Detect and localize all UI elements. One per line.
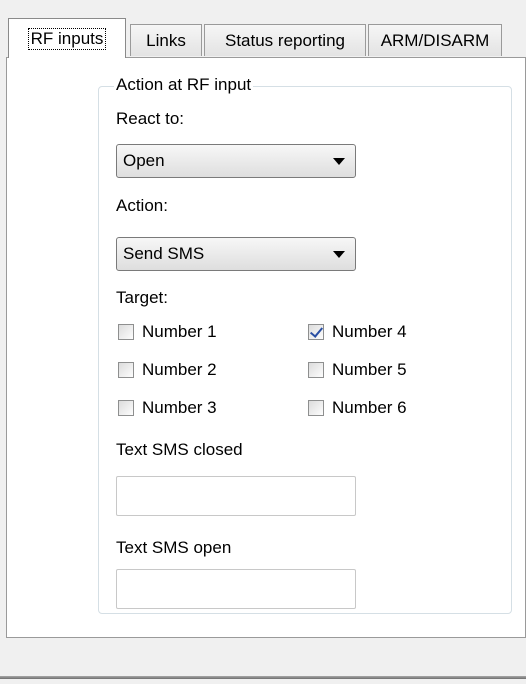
- tab-arm-disarm-label: ARM/DISARM: [380, 30, 490, 50]
- tab-rf-inputs-label: RF inputs: [27, 27, 107, 50]
- number-2-label: Number 2: [142, 360, 217, 379]
- checkbox-icon: [118, 324, 134, 340]
- bottom-divider: [0, 676, 526, 679]
- react-to-dropdown[interactable]: Open: [116, 144, 356, 178]
- number-6-checkbox[interactable]: Number 6: [308, 398, 407, 418]
- action-value: Send SMS: [123, 244, 205, 263]
- sms-closed-label: Text SMS closed: [116, 440, 243, 459]
- sms-open-label: Text SMS open: [116, 538, 232, 557]
- react-to-value: Open: [123, 151, 165, 170]
- checkbox-icon: [118, 362, 134, 378]
- tab-strip: RF inputs Links Status reporting ARM/DIS…: [0, 18, 526, 58]
- number-3-checkbox[interactable]: Number 3: [118, 398, 217, 418]
- number-3-label: Number 3: [142, 398, 217, 417]
- tab-arm-disarm[interactable]: ARM/DISARM: [368, 24, 502, 56]
- chevron-down-icon: [333, 251, 345, 258]
- number-6-label: Number 6: [332, 398, 407, 417]
- number-4-checkbox[interactable]: Number 4: [308, 322, 407, 342]
- checkbox-icon: [308, 400, 324, 416]
- number-5-checkbox[interactable]: Number 5: [308, 360, 407, 380]
- tab-status-reporting[interactable]: Status reporting: [204, 24, 366, 56]
- chevron-down-icon: [333, 158, 345, 165]
- target-label: Target:: [116, 288, 168, 307]
- sms-closed-input[interactable]: [116, 476, 356, 516]
- tab-links[interactable]: Links: [130, 24, 202, 56]
- checkbox-icon: [118, 400, 134, 416]
- number-4-label: Number 4: [332, 322, 407, 341]
- sms-open-input[interactable]: [116, 569, 356, 609]
- number-1-label: Number 1: [142, 322, 217, 341]
- action-label: Action:: [116, 196, 168, 215]
- group-title: Action at RF input: [114, 75, 254, 95]
- action-dropdown[interactable]: Send SMS: [116, 237, 356, 271]
- number-2-checkbox[interactable]: Number 2: [118, 360, 217, 380]
- tab-status-reporting-label: Status reporting: [224, 30, 345, 50]
- tab-rf-inputs[interactable]: RF inputs: [8, 18, 126, 58]
- checkmark-icon: [308, 324, 324, 340]
- tab-links-label: Links: [146, 30, 186, 50]
- checkbox-icon: [308, 362, 324, 378]
- number-1-checkbox[interactable]: Number 1: [118, 322, 217, 342]
- react-to-label: React to:: [116, 109, 185, 128]
- number-5-label: Number 5: [332, 360, 407, 379]
